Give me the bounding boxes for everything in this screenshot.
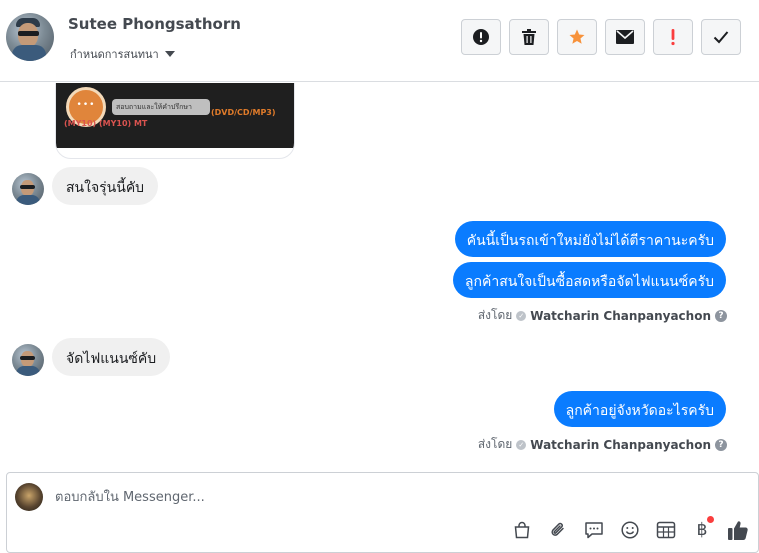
appointment-icon[interactable]	[654, 518, 678, 542]
shopping-bag-icon[interactable]	[510, 518, 534, 542]
contact-avatar-small[interactable]	[12, 344, 44, 376]
sent-by-prefix: ส่งโดย	[477, 437, 513, 451]
shared-post-card[interactable]: สอบถามและให้คำปรึกษา (MY10) (MY10) MT (D…	[55, 83, 295, 159]
reply-input[interactable]	[55, 487, 655, 507]
help-icon[interactable]: ?	[715, 438, 727, 451]
page-avatar	[15, 483, 43, 511]
help-icon[interactable]: ?	[715, 309, 727, 322]
saved-reply-icon[interactable]	[582, 518, 606, 542]
conversation-actions	[461, 19, 741, 55]
conversation-header: Sutee Phongsathorn กำหนดการสนทนา	[0, 0, 759, 82]
sent-by-agent: Watcharin Chanpanyachon	[530, 437, 711, 452]
assign-label: กำหนดการสนทนา	[70, 48, 159, 61]
reply-composer: ฿	[6, 472, 759, 553]
star-icon	[569, 29, 585, 44]
baht-icon[interactable]: ฿	[690, 516, 714, 542]
star-button[interactable]	[557, 19, 597, 55]
thumbs-up-icon[interactable]	[726, 518, 750, 542]
sent-by-label: ส่งโดย ✓ Watcharin Chanpanyachon ?	[478, 306, 727, 325]
contact-avatar-small[interactable]	[12, 173, 44, 205]
notification-dot	[707, 516, 714, 523]
exclamation-icon	[671, 29, 675, 46]
contact-avatar[interactable]	[6, 13, 54, 61]
outgoing-message[interactable]: ลูกค้าอยู่จังหวัดอะไรครับ	[553, 391, 726, 427]
sent-by-prefix: ส่งโดย	[477, 308, 513, 322]
message-thread: สอบถามและให้คำปรึกษา (MY10) (MY10) MT (D…	[0, 83, 759, 471]
card-pill-text: สอบถามและให้คำปรึกษา	[112, 99, 210, 115]
outgoing-message[interactable]: คันนี้เป็นรถเข้าใหม่ยังไม่ได้ตีราคานะครั…	[454, 221, 726, 257]
mark-done-button[interactable]	[701, 19, 741, 55]
verified-check-icon: ✓	[516, 439, 527, 450]
card-model-text: (MY10) (MY10) MT	[64, 119, 148, 128]
paperclip-icon[interactable]	[546, 518, 570, 542]
report-spam-button[interactable]	[461, 19, 501, 55]
sent-by-agent: Watcharin Chanpanyachon	[530, 308, 711, 323]
mark-unread-button[interactable]	[605, 19, 645, 55]
contact-name[interactable]: Sutee Phongsathorn	[68, 15, 241, 33]
baht-symbol: ฿	[696, 520, 708, 540]
shared-post-image: สอบถามและให้คำปรึกษา (MY10) (MY10) MT (D…	[56, 83, 294, 148]
sent-by-label: ส่งโดย ✓ Watcharin Chanpanyachon ?	[478, 435, 727, 454]
incoming-message[interactable]: จัดไฟแนนซ์คับ	[52, 338, 171, 376]
caret-down-icon	[164, 51, 175, 57]
incoming-message[interactable]: สนใจรุ่นนี้คับ	[52, 167, 159, 205]
check-icon	[713, 31, 729, 44]
trash-icon	[522, 29, 536, 45]
outgoing-message[interactable]: ลูกค้าสนใจเป็นซื้อสดหรือจัดไฟแนนซ์ครับ	[452, 262, 726, 298]
delete-button[interactable]	[509, 19, 549, 55]
assign-conversation-dropdown[interactable]: กำหนดการสนทนา	[70, 45, 175, 63]
follow-up-button[interactable]	[653, 19, 693, 55]
card-media-text: (DVD/CD/MP3)	[211, 108, 276, 117]
envelope-icon	[616, 30, 634, 44]
emoji-icon[interactable]	[618, 518, 642, 542]
verified-check-icon: ✓	[516, 310, 527, 321]
alert-circle-icon	[473, 29, 489, 45]
composer-toolbar: ฿	[510, 516, 750, 542]
